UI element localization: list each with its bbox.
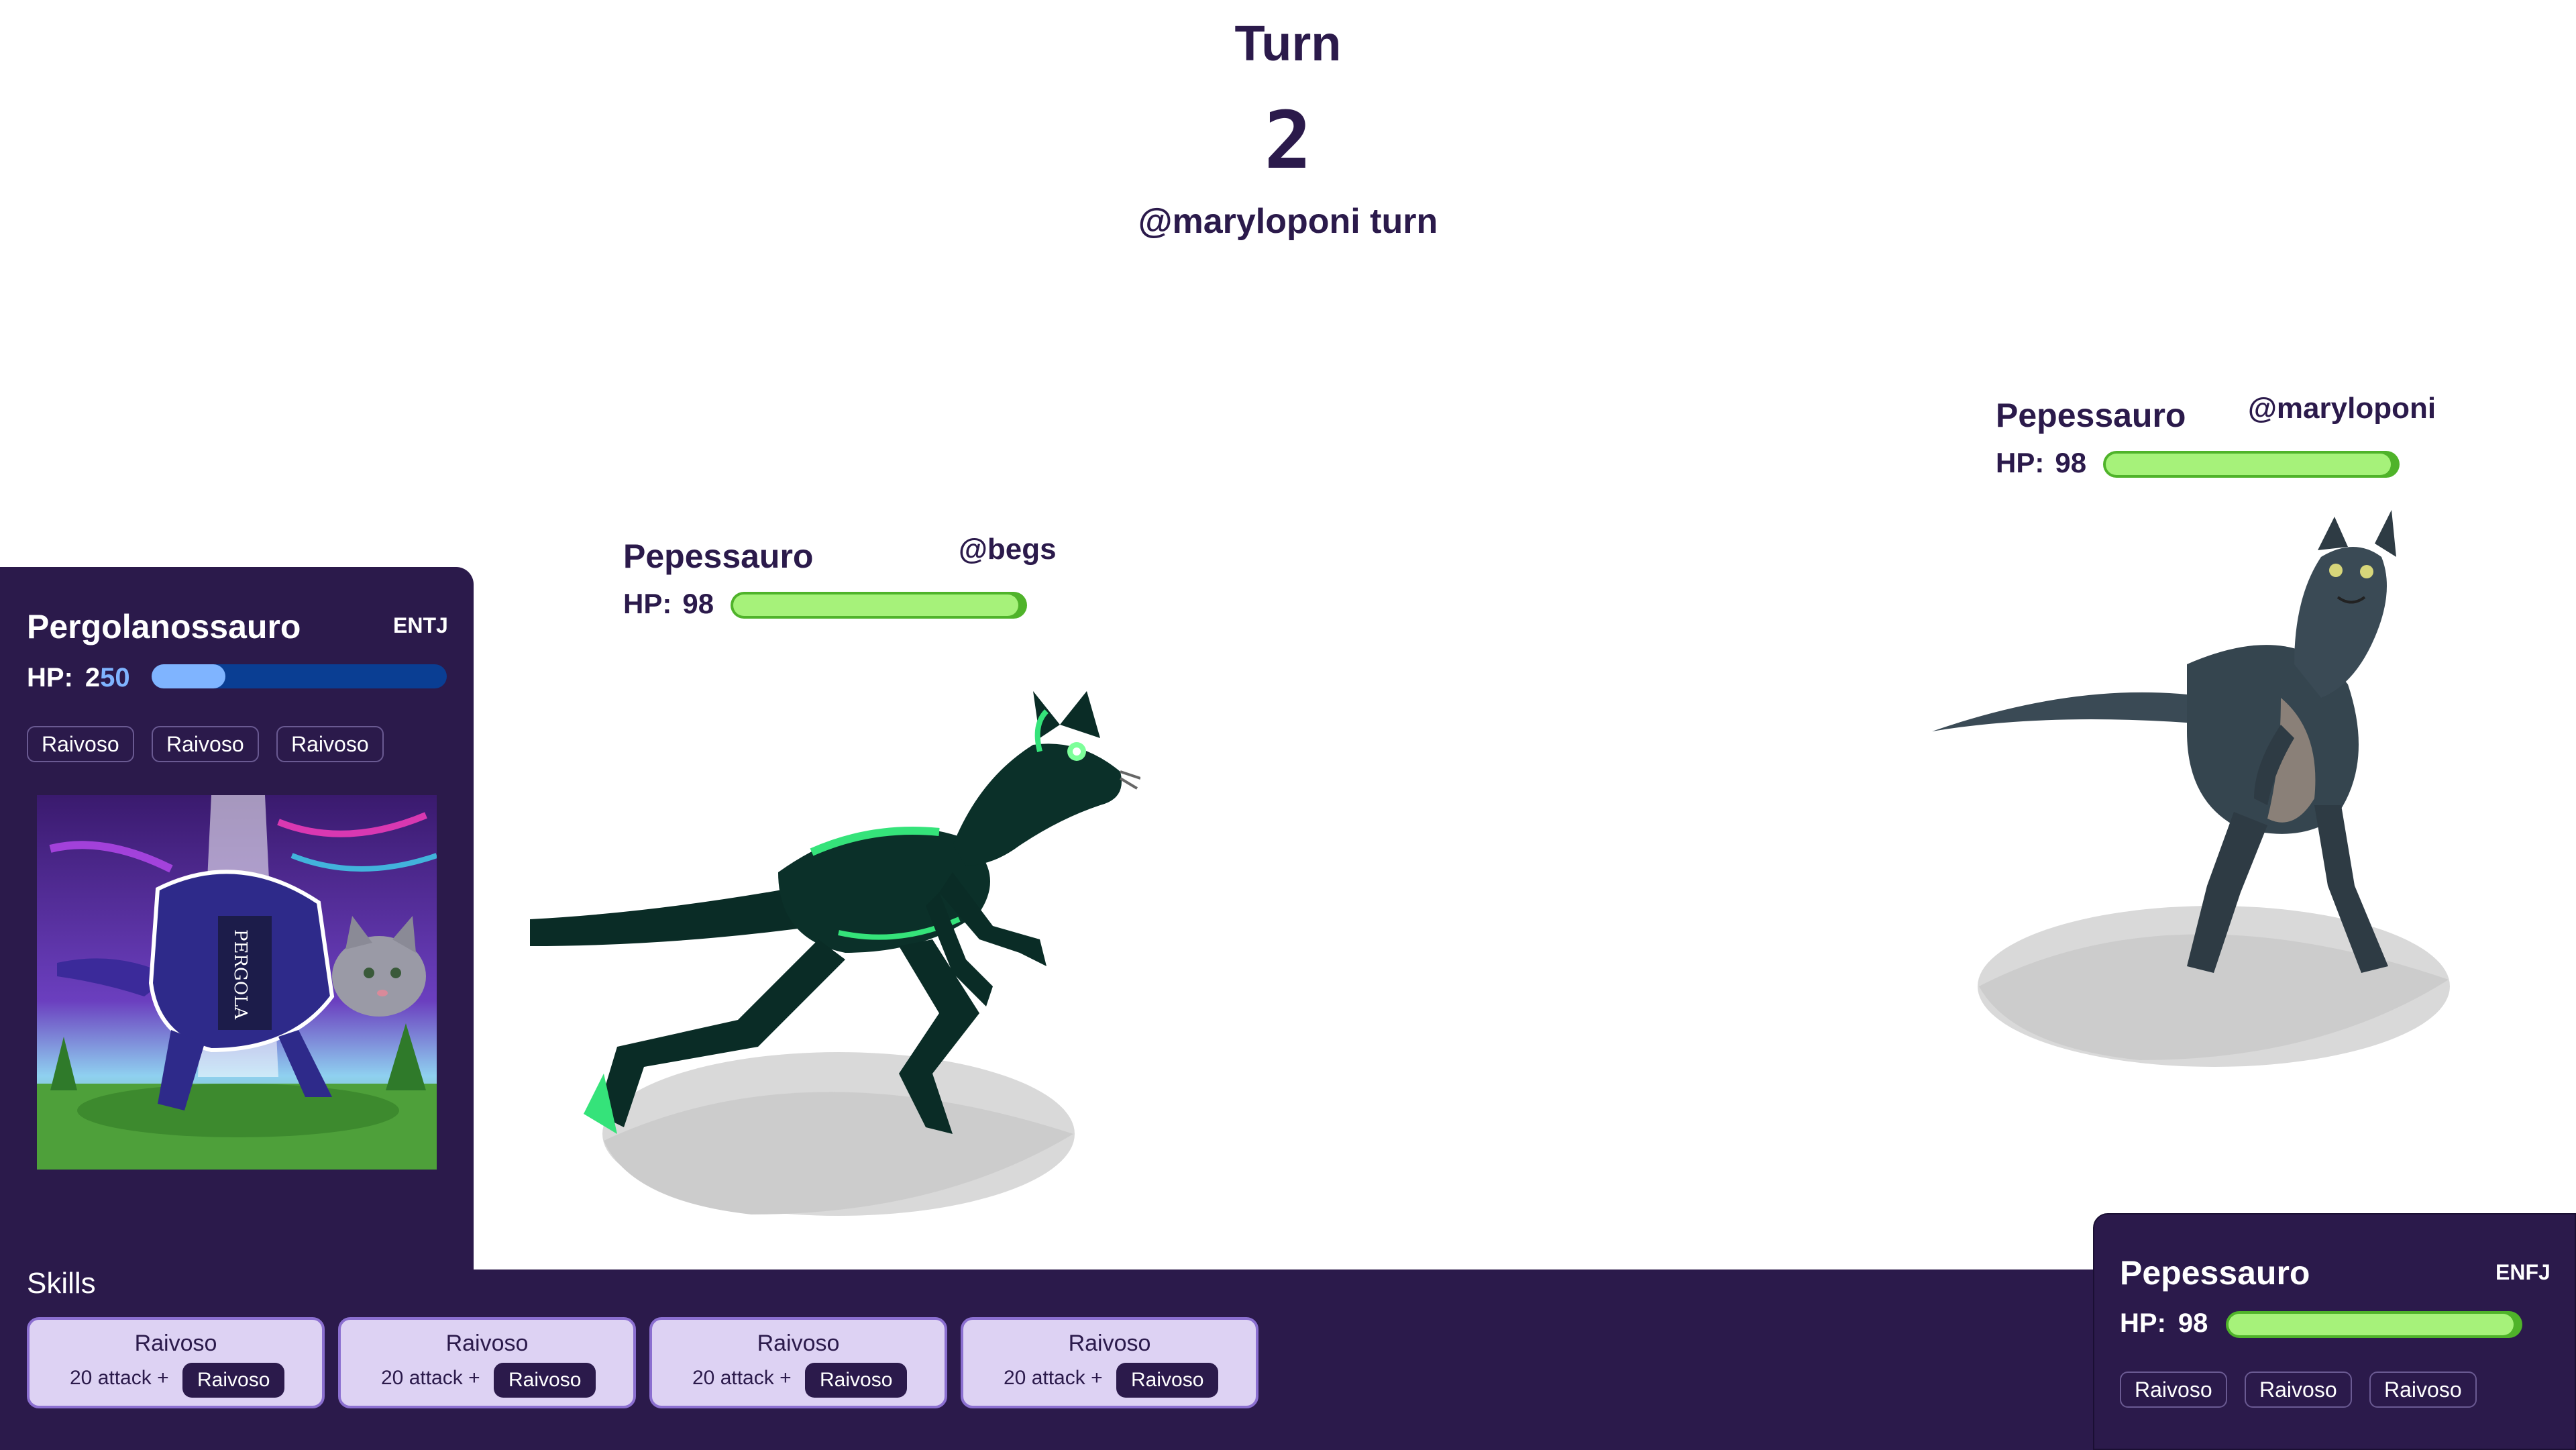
opponent-hp-bar-fill: [2106, 454, 2392, 475]
skill-button[interactable]: Raivoso 20 attack + Raivoso: [338, 1317, 636, 1408]
player-card-hp-bar: [152, 664, 447, 688]
player-card-tag: Raivoso: [27, 726, 134, 762]
active-creature-hp-bar: [2226, 1311, 2522, 1338]
current-player-turn: @maryloponi turn: [1138, 202, 1438, 241]
skill-name: Raivoso: [134, 1331, 217, 1356]
opponent-creature-sprite[interactable]: [1919, 510, 2455, 1074]
turn-title: Turn: [1234, 15, 1342, 71]
player-creature-hp-bar-fill: [733, 594, 1019, 616]
player-card-hp-text: HP: 250: [27, 663, 130, 692]
skill-description: 20 attack +: [692, 1367, 792, 1389]
active-creature-tag: Raivoso: [2245, 1371, 2352, 1408]
turn-number: 2: [1264, 94, 1312, 187]
skill-description: 20 attack +: [1004, 1367, 1103, 1389]
opponent-status: Pepessauro @maryloponi HP: 98: [1996, 392, 2436, 490]
skills-label: Skills: [27, 1267, 96, 1300]
skill-description: 20 attack +: [70, 1367, 169, 1389]
active-creature-type: ENFJ: [2496, 1260, 2551, 1284]
player-creature-hp-bar: [731, 592, 1027, 619]
active-creature-tag: Raivoso: [2369, 1371, 2477, 1408]
active-creature-name: Pepessauro: [2120, 1254, 2310, 1292]
player-creature-hp-text: HP: 98: [623, 588, 714, 619]
pergola-label: PERGOLA: [230, 929, 250, 1020]
skill-tag: Raivoso: [1116, 1363, 1219, 1398]
skill-tag: Raivoso: [805, 1363, 908, 1398]
skill-name: Raivoso: [445, 1331, 529, 1356]
opponent-hp-bar: [2103, 451, 2400, 478]
skill-button[interactable]: Raivoso 20 attack + Raivoso: [27, 1317, 325, 1408]
player-creature-name: Pepessauro: [623, 537, 814, 575]
player-card-name: Pergolanossauro: [27, 608, 301, 645]
opponent-name: Pepessauro: [1996, 397, 2186, 434]
active-creature-hp-text: HP: 98: [2120, 1308, 2208, 1338]
active-creature-tag: Raivoso: [2120, 1371, 2227, 1408]
player-card-tag: Raivoso: [152, 726, 259, 762]
skill-tag: Raivoso: [494, 1363, 596, 1398]
player-card-hp-bar-fill: [152, 664, 225, 688]
battle-screen: Turn 2 @maryloponi turn Pepessauro @mary…: [0, 0, 2576, 1450]
skill-name: Raivoso: [1068, 1331, 1151, 1356]
opponent-hp-text: HP: 98: [1996, 447, 2087, 478]
skill-tag: Raivoso: [182, 1363, 285, 1398]
skill-description: 20 attack +: [381, 1367, 480, 1389]
player-creature-status: Pepessauro @begs HP: 98: [623, 533, 1057, 631]
active-creature-hp-bar-fill: [2229, 1314, 2514, 1335]
opponent-owner: @maryloponi: [2248, 392, 2436, 425]
player-card-art: PERGOLA: [37, 795, 437, 1170]
skill-name: Raivoso: [757, 1331, 840, 1356]
player-creature-sprite[interactable]: [523, 671, 1140, 1221]
skill-button[interactable]: Raivoso 20 attack + Raivoso: [961, 1317, 1258, 1408]
player-card-tag: Raivoso: [276, 726, 384, 762]
player-creature-owner: @begs: [959, 533, 1057, 566]
player-card-type: ENTJ: [393, 613, 448, 637]
skill-button[interactable]: Raivoso 20 attack + Raivoso: [649, 1317, 947, 1408]
